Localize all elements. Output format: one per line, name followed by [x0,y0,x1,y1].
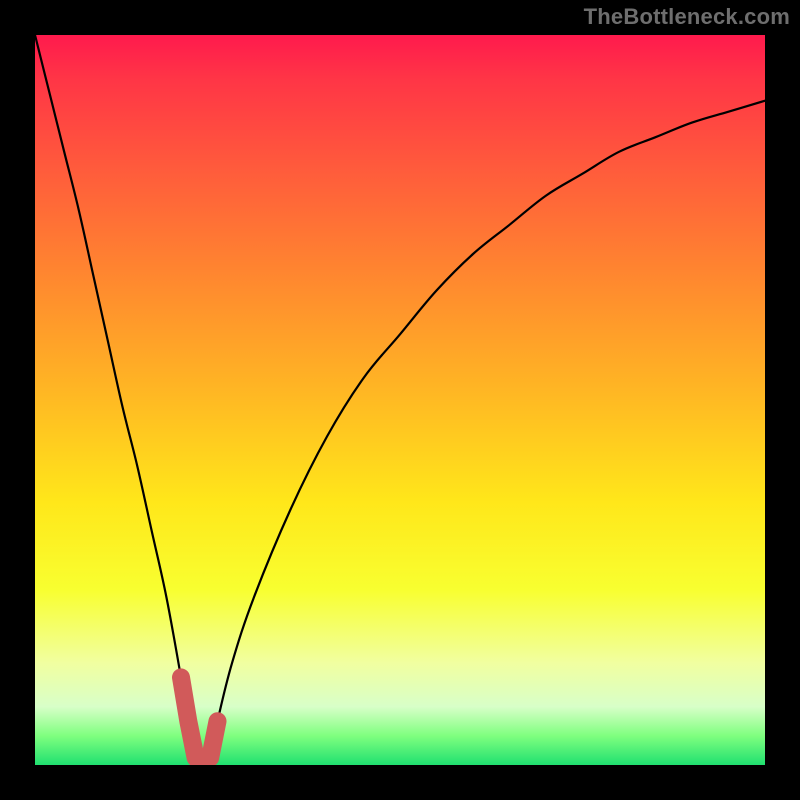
valley-highlight-line [181,677,218,765]
plot-area [35,35,765,765]
chart-frame: TheBottleneck.com [0,0,800,800]
bottleneck-curve-line [35,35,765,765]
chart-svg [35,35,765,765]
watermark-text: TheBottleneck.com [584,4,790,30]
